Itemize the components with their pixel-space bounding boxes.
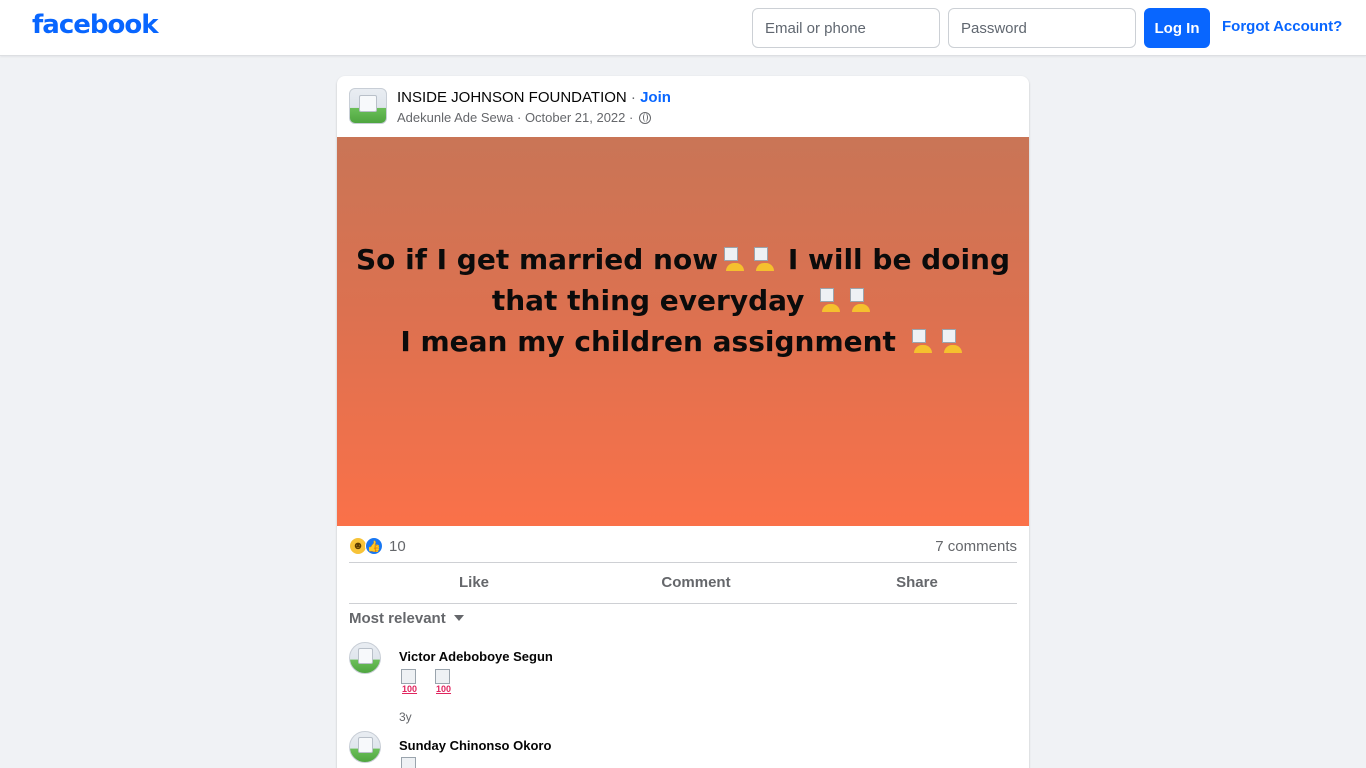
top-navigation-bar: facebook Log In Forgot Account? bbox=[0, 0, 1366, 56]
emoji-image-icon bbox=[720, 247, 746, 271]
join-group-link[interactable]: Join bbox=[640, 89, 671, 106]
post-text: So if I get married now I will be doing … bbox=[356, 239, 1010, 362]
post-text-line: that thing everyday bbox=[491, 284, 815, 317]
separator-dot: · bbox=[513, 110, 525, 125]
sort-label: Most relevant bbox=[349, 610, 446, 627]
commenter-avatar[interactable] bbox=[349, 642, 381, 674]
separator-dot: · bbox=[626, 89, 641, 106]
caret-down-icon bbox=[453, 615, 464, 621]
forgot-account-link[interactable]: Forgot Account? bbox=[1222, 18, 1342, 35]
comment-body bbox=[399, 669, 459, 697]
emoji-image-icon bbox=[908, 329, 934, 353]
like-button[interactable]: Like bbox=[399, 574, 549, 594]
emoji-image-icon bbox=[846, 288, 872, 312]
globe-icon bbox=[638, 112, 651, 124]
post-text-line: I mean my children assignment bbox=[400, 325, 906, 358]
commenter-avatar[interactable] bbox=[349, 731, 381, 763]
post-meta: Adekunle Ade Sewa · October 21, 2022 · bbox=[397, 110, 651, 125]
post-header-title: INSIDE JOHNSON FOUNDATION · Join bbox=[397, 89, 671, 106]
commenter-name[interactable]: Sunday Chinonso Okoro bbox=[399, 738, 551, 753]
emoji-image-icon bbox=[750, 247, 776, 271]
hundred-points-icon bbox=[399, 757, 425, 768]
comment-body bbox=[399, 757, 425, 768]
email-or-phone-input[interactable] bbox=[752, 8, 940, 48]
post-card: INSIDE JOHNSON FOUNDATION · Join Adekunl… bbox=[337, 76, 1029, 768]
hundred-points-icon bbox=[433, 669, 459, 697]
post-text-background[interactable]: So if I get married now I will be doing … bbox=[337, 137, 1029, 526]
group-avatar[interactable] bbox=[349, 88, 387, 124]
reaction-summary[interactable]: ☻ 👍 10 bbox=[349, 536, 406, 556]
post-text-line: I will be doing bbox=[778, 243, 1011, 276]
log-in-button[interactable]: Log In bbox=[1144, 8, 1210, 48]
separator-dot: · bbox=[625, 110, 637, 125]
share-button[interactable]: Share bbox=[842, 574, 992, 594]
post-author-link[interactable]: Adekunle Ade Sewa bbox=[397, 110, 513, 125]
divider bbox=[349, 603, 1017, 604]
comment-sort-dropdown[interactable]: Most relevant bbox=[349, 610, 464, 627]
post-date-link[interactable]: October 21, 2022 bbox=[525, 110, 625, 125]
emoji-image-icon bbox=[938, 329, 964, 353]
comment-count-link[interactable]: 7 comments bbox=[935, 538, 1017, 555]
facebook-logo[interactable]: facebook bbox=[32, 10, 159, 40]
commenter-name[interactable]: Victor Adeboboye Segun bbox=[399, 649, 553, 664]
post-text-line: So if I get married now bbox=[355, 243, 719, 276]
reaction-count: 10 bbox=[389, 537, 406, 555]
group-name-link[interactable]: INSIDE JOHNSON FOUNDATION bbox=[397, 89, 627, 106]
password-input[interactable] bbox=[948, 8, 1136, 48]
hundred-points-icon bbox=[399, 669, 425, 697]
comment-timestamp[interactable]: 3y bbox=[399, 710, 412, 724]
emoji-image-icon bbox=[816, 288, 842, 312]
comment-button[interactable]: Comment bbox=[621, 574, 771, 594]
divider bbox=[349, 562, 1017, 563]
like-icon: 👍 bbox=[365, 537, 383, 555]
